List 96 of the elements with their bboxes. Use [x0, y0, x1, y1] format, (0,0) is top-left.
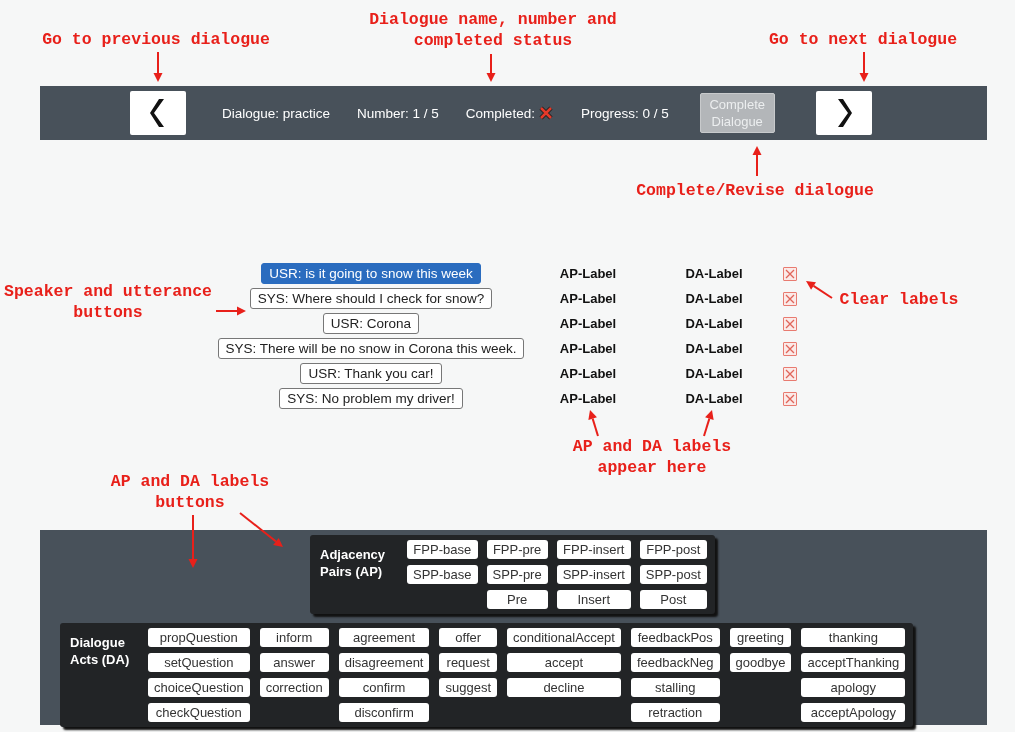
label-button[interactable]: goodbye [729, 653, 792, 672]
label-button[interactable]: decline [507, 678, 621, 697]
label-button[interactable]: confirm [338, 678, 430, 697]
label-button[interactable]: Insert [556, 590, 631, 609]
chevron-right-icon [835, 98, 852, 128]
ap-label: AP-Label [558, 391, 618, 406]
label-button[interactable]: Pre [486, 590, 548, 609]
clear-labels-button[interactable] [783, 291, 797, 306]
dialogue-name: Dialogue: practice [222, 105, 331, 121]
label-button[interactable]: feedbackNeg [630, 653, 720, 672]
annotation-text: Clear labels [838, 289, 960, 310]
label-button[interactable]: inform [259, 628, 329, 647]
da-label: DA-Label [684, 266, 744, 281]
cross-icon [785, 293, 795, 304]
label-button[interactable]: stalling [630, 678, 720, 697]
da-label: DA-Label [684, 366, 744, 381]
label-button[interactable]: disagreement [338, 653, 430, 672]
clear-labels-button[interactable] [783, 266, 797, 281]
utterance-button[interactable]: SYS: Where should I check for snow? [249, 288, 493, 309]
da-label: DA-Label [684, 291, 744, 306]
label-button[interactable]: accept [507, 653, 621, 672]
utterance-button[interactable]: SYS: No problem my driver! [279, 388, 463, 409]
label-button[interactable]: SPP-base [407, 565, 478, 584]
label-button[interactable]: FPP-base [407, 540, 478, 559]
clear-labels-button[interactable] [783, 391, 797, 406]
cross-icon [785, 368, 795, 379]
ap-label: AP-Label [558, 316, 618, 331]
utterance-button[interactable]: USR: is it going to snow this week [261, 263, 481, 284]
arrow [153, 51, 163, 82]
annotation-text: Complete/Revise dialogue [635, 180, 875, 201]
next-dialogue-button[interactable] [815, 91, 872, 135]
cross-icon [785, 343, 795, 354]
arrow [215, 306, 246, 316]
label-button[interactable]: request [439, 653, 498, 672]
label-button[interactable]: propQuestion [148, 628, 250, 647]
clear-labels-button[interactable] [783, 366, 797, 381]
chevron-left-icon [150, 98, 166, 128]
arrow [703, 410, 714, 437]
cross-icon [785, 393, 795, 404]
clear-labels-button[interactable] [783, 341, 797, 356]
label-button[interactable]: apology [801, 678, 906, 697]
ap-label: AP-Label [558, 291, 618, 306]
completed-label: Completed: [465, 105, 535, 121]
label-button[interactable]: conditionalAccept [507, 628, 621, 647]
da-label: DA-Label [684, 341, 744, 356]
group-title: Adjacency Pairs (AP) [320, 546, 387, 581]
dialogue-number: Number: 1 / 5 [357, 105, 439, 121]
da-label: DA-Label [684, 391, 744, 406]
label-button[interactable]: retraction [630, 703, 720, 722]
utterance-button[interactable]: USR: Corona [322, 313, 420, 334]
ap-label: AP-Label [558, 341, 618, 356]
annotation-text: Speaker and utterance buttons [3, 281, 213, 323]
label-button[interactable]: Post [639, 590, 707, 609]
label-button[interactable]: answer [259, 653, 329, 672]
group-title: Dialogue Acts (DA) [70, 634, 131, 669]
annotation-text: AP and DA labels appear here [571, 436, 733, 478]
label-button[interactable]: acceptThanking [801, 653, 906, 672]
arrow [239, 512, 283, 547]
label-button[interactable]: FPP-pre [486, 540, 548, 559]
label-button[interactable]: FPP-insert [556, 540, 631, 559]
arrow [806, 281, 833, 299]
utterance-button[interactable]: USR: Thank you car! [300, 363, 442, 384]
label-button[interactable]: correction [259, 678, 329, 697]
label-button[interactable]: SPP-insert [556, 565, 631, 584]
label-button[interactable]: choiceQuestion [148, 678, 250, 697]
progress-count: Progress: 0 / 5 [580, 105, 669, 121]
ap-label: AP-Label [558, 366, 618, 381]
annotation-text: Go to next dialogue [767, 29, 959, 50]
label-button[interactable]: agreement [338, 628, 430, 647]
label-button[interactable]: feedbackPos [630, 628, 720, 647]
label-button[interactable]: suggest [439, 678, 498, 697]
ap-label: AP-Label [558, 266, 618, 281]
label-button[interactable]: disconfirm [338, 703, 430, 722]
annotation-text: Dialogue name, number and completed status [368, 9, 618, 51]
annotation-text: AP and DA labels buttons [109, 471, 271, 513]
utterance-button[interactable]: SYS: There will be no snow in Corona this week. [217, 338, 525, 359]
annotation-text: Go to previous dialogue [41, 29, 271, 50]
label-button[interactable]: setQuestion [148, 653, 250, 672]
label-button[interactable]: SPP-post [639, 565, 707, 584]
label-button[interactable]: SPP-pre [486, 565, 548, 584]
cross-icon [785, 268, 795, 279]
arrow [486, 53, 496, 82]
label-button[interactable]: FPP-post [639, 540, 707, 559]
label-button[interactable]: checkQuestion [148, 703, 250, 722]
previous-dialogue-button[interactable] [130, 91, 186, 135]
arrow [188, 514, 198, 568]
cross-icon [785, 318, 795, 329]
label-button[interactable]: acceptApology [801, 703, 906, 722]
arrow [588, 410, 599, 437]
label-button[interactable]: thanking [801, 628, 906, 647]
label-button[interactable]: offer [439, 628, 498, 647]
arrow [752, 146, 762, 177]
label-button[interactable]: greeting [729, 628, 792, 647]
clear-labels-button[interactable] [783, 316, 797, 331]
da-label: DA-Label [684, 316, 744, 331]
arrow [859, 51, 869, 82]
